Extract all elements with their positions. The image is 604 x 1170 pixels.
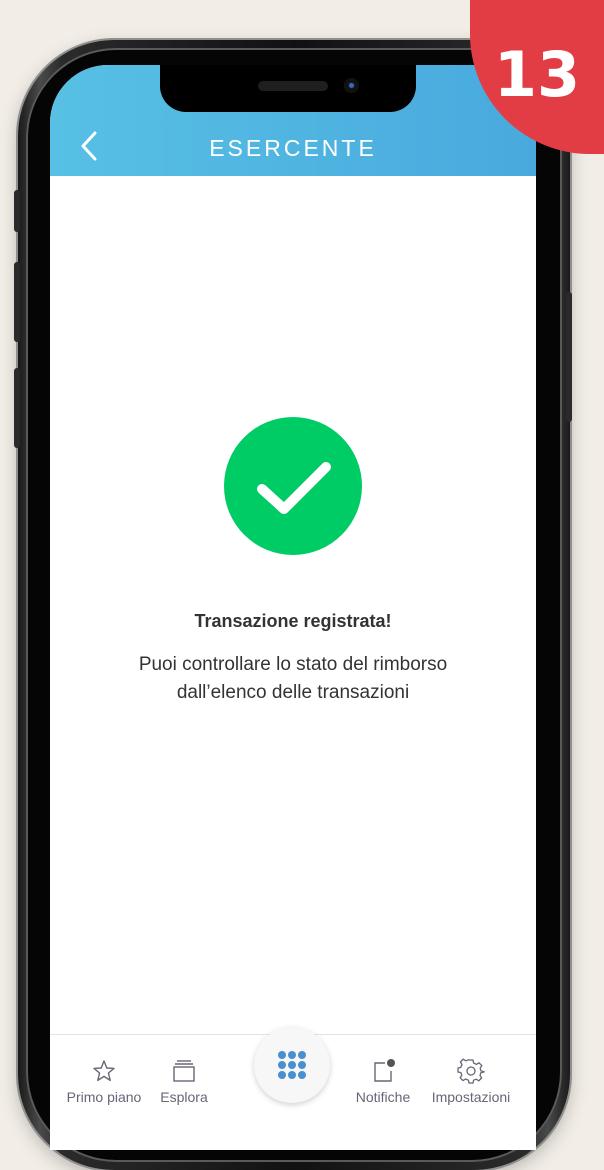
page-title: ESERCENTE [209,135,377,161]
tab-label: Notifiche [355,1089,411,1105]
tab-primo-piano[interactable]: Primo piano [64,1057,144,1105]
stack-icon [173,1060,195,1082]
phone-screen: ESERCENTE Transazione registrata! Puoi c… [50,65,536,1150]
side-button-volume-up [14,262,20,342]
star-icon [93,1060,115,1082]
notification-icon [374,1059,395,1082]
tab-label: Primo piano [66,1089,142,1105]
success-check-icon [224,417,362,555]
side-button-silent [14,190,20,232]
side-button-power [566,292,572,422]
grid-icon [278,1051,306,1079]
gear-icon [457,1058,485,1084]
step-number: 13 [493,38,581,111]
tab-label: Esplora [160,1089,208,1105]
status-message-line-2: dall’elenco delle transazioni [176,682,410,703]
tab-esplora[interactable]: Esplora [152,1057,216,1105]
tab-notifiche[interactable]: Notifiche [346,1057,420,1105]
status-title: Transazione registrata! [194,611,392,631]
speaker-grille [258,81,328,91]
side-button-volume-down [14,368,20,448]
tab-label: Impostazioni [431,1089,511,1105]
front-camera [344,78,359,93]
center-action-button[interactable] [254,1027,330,1103]
status-message: Puoi controllare lo stato del rimborso d… [90,651,496,707]
phone-notch [160,65,416,112]
tab-impostazioni[interactable]: Impostazioni [424,1057,518,1105]
bottom-tab-bar: Primo piano Esplora Notifiche Impostazio… [50,1027,536,1150]
status-message-line-1: Puoi controllare lo stato del rimborso [138,654,448,675]
